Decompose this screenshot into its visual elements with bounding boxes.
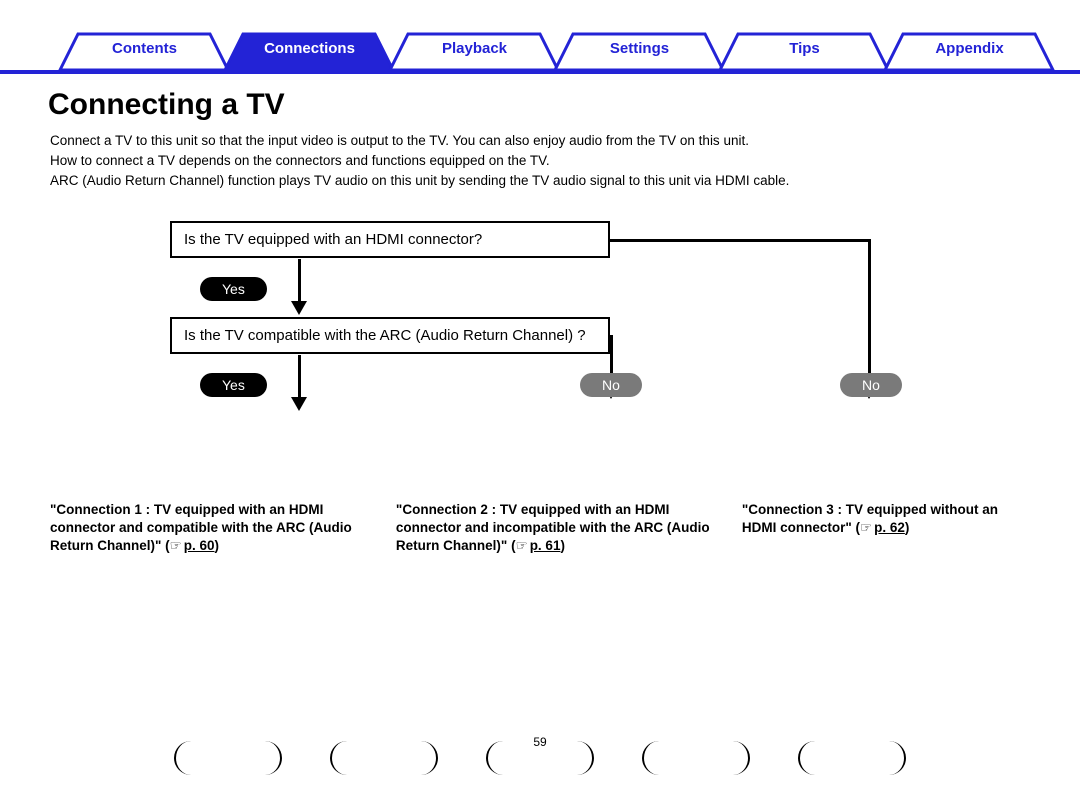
no-pill-1: No (580, 373, 642, 397)
result-1-suffix: ) (215, 538, 220, 553)
bottom-nav: 59 (0, 741, 1080, 775)
flowchart: Is the TV equipped with an HDMI connecto… (50, 221, 1030, 501)
result-1-link[interactable]: p. 60 (184, 538, 215, 553)
nav-bracket-4[interactable] (642, 741, 750, 775)
hand-icon: ☞ (860, 519, 872, 537)
arrow-down-icon (291, 301, 307, 315)
intro-text: Connect a TV to this unit so that the in… (50, 132, 1030, 191)
tab-settings[interactable]: Settings (557, 40, 722, 57)
result-3-suffix: ) (905, 520, 910, 535)
tab-connections[interactable]: Connections (227, 40, 392, 57)
nav-bracket-1[interactable] (174, 741, 282, 775)
hand-icon: ☞ (170, 537, 182, 555)
top-tabs: Contents Connections Playback Settings T… (0, 28, 1080, 74)
result-2: "Connection 2 : TV equipped with an HDMI… (396, 501, 724, 556)
no-pill-2: No (840, 373, 902, 397)
page-number: 59 (533, 735, 546, 749)
tab-appendix[interactable]: Appendix (887, 40, 1052, 57)
tab-contents[interactable]: Contents (62, 40, 227, 57)
result-3: "Connection 3 : TV equipped without an H… (742, 501, 1030, 556)
tab-tips[interactable]: Tips (722, 40, 887, 57)
result-3-link[interactable]: p. 62 (874, 520, 905, 535)
page-title: Connecting a TV (48, 88, 1080, 122)
tab-playback[interactable]: Playback (392, 40, 557, 57)
question-2-box: Is the TV compatible with the ARC (Audio… (170, 317, 610, 354)
intro-line-1: Connect a TV to this unit so that the in… (50, 132, 1030, 150)
yes-pill-2: Yes (200, 373, 267, 397)
arrow-down-icon (291, 397, 307, 411)
nav-bracket-2[interactable] (330, 741, 438, 775)
yes-pill-1: Yes (200, 277, 267, 301)
results-row: "Connection 1 : TV equipped with an HDMI… (50, 501, 1030, 556)
hand-icon: ☞ (516, 537, 528, 555)
intro-line-3: ARC (Audio Return Channel) function play… (50, 172, 1030, 190)
nav-bracket-5[interactable] (798, 741, 906, 775)
result-2-link[interactable]: p. 61 (530, 538, 561, 553)
nav-bracket-3[interactable]: 59 (486, 741, 594, 775)
result-1: "Connection 1 : TV equipped with an HDMI… (50, 501, 378, 556)
intro-line-2: How to connect a TV depends on the conne… (50, 152, 1030, 170)
question-1-box: Is the TV equipped with an HDMI connecto… (170, 221, 610, 258)
result-2-suffix: ) (560, 538, 565, 553)
